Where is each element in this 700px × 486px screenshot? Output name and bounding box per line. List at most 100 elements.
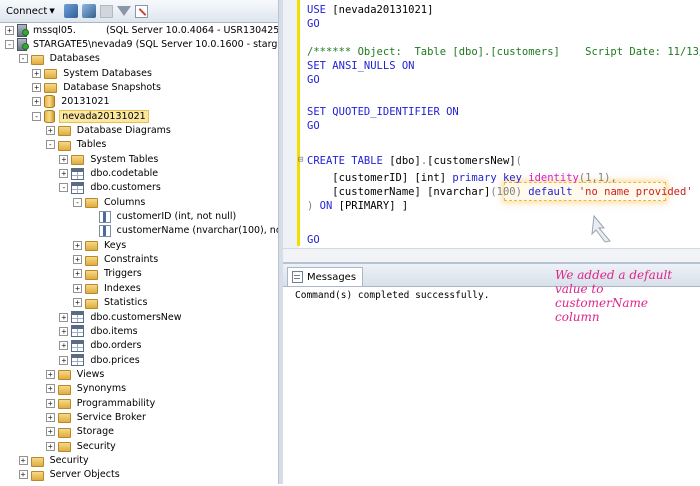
expand-icon[interactable]: + xyxy=(59,326,69,336)
tree-node[interactable]: + Programmability xyxy=(45,396,157,410)
expand-icon[interactable]: + xyxy=(73,269,82,279)
collapse-icon[interactable]: - xyxy=(18,54,28,64)
disconnect-icon[interactable] xyxy=(81,4,96,18)
refresh-icon[interactable] xyxy=(134,4,148,18)
tree-node[interactable]: + Indexes xyxy=(73,281,143,295)
tree-node-label: Security xyxy=(49,455,89,466)
expand-icon[interactable]: + xyxy=(45,398,55,408)
expand-icon[interactable]: + xyxy=(32,82,42,92)
tree-node[interactable]: + Views xyxy=(45,367,107,381)
expand-icon[interactable]: + xyxy=(73,240,82,250)
tree-node[interactable]: + dbo.items xyxy=(59,324,139,338)
tree-node[interactable]: + System Databases xyxy=(32,66,154,80)
folder-icon xyxy=(85,255,98,266)
tree-node-label: Databases xyxy=(49,53,100,65)
expand-icon[interactable]: + xyxy=(32,68,42,78)
tree-node-label: Keys xyxy=(104,239,127,251)
chevron-down-icon[interactable]: ▼ xyxy=(49,7,54,15)
tree-node[interactable]: + Statistics xyxy=(73,296,149,310)
tree-node[interactable]: customerName (nvarchar(100), not null) xyxy=(87,224,278,238)
expand-icon[interactable]: + xyxy=(59,312,69,322)
code-line: SET ANSI_NULLS ON xyxy=(307,60,415,72)
tree-node-label: System Databases xyxy=(63,67,152,79)
expand-icon[interactable]: + xyxy=(18,470,28,480)
tab-messages[interactable]: Messages xyxy=(287,267,364,286)
tree-node[interactable]: + dbo.orders xyxy=(59,339,143,353)
tree-node[interactable]: + Storage xyxy=(45,425,116,439)
tree-node[interactable]: - STARGATE5\nevada9 (SQL Server 10.0.1600… xyxy=(5,37,278,51)
tree-node[interactable]: + Synonyms xyxy=(45,382,128,396)
tree-node[interactable]: - Databases xyxy=(18,52,102,66)
tree-node[interactable]: + Security xyxy=(45,439,118,453)
collapse-icon[interactable]: - xyxy=(32,111,42,121)
expand-icon[interactable]: + xyxy=(73,298,82,308)
folder-icon xyxy=(71,155,85,166)
tree-node[interactable]: + Database Diagrams xyxy=(45,123,173,137)
code-token: ] xyxy=(395,200,409,212)
filter-icon[interactable] xyxy=(116,6,131,16)
tree-node[interactable]: + dbo.customersNew xyxy=(59,310,183,324)
tree-node[interactable]: - nevada20131021 xyxy=(32,109,149,123)
editor-horizontal-scrollbar[interactable] xyxy=(283,248,700,263)
tree-node[interactable]: + Keys xyxy=(73,238,128,252)
code-token: default xyxy=(528,186,579,198)
tree-node[interactable]: - Tables xyxy=(45,138,109,152)
table-icon xyxy=(71,311,85,323)
expand-icon[interactable]: + xyxy=(59,355,69,365)
table-icon xyxy=(71,354,85,367)
folder-icon xyxy=(30,456,44,467)
tree-node[interactable]: - dbo.customers xyxy=(59,181,162,195)
expand-icon[interactable]: + xyxy=(73,255,82,265)
results-message: Command(s) completed successfully. xyxy=(295,290,490,301)
expand-icon[interactable]: + xyxy=(32,97,42,107)
tree-node[interactable]: + Service Broker xyxy=(45,410,148,424)
collapse-icon[interactable]: - xyxy=(5,39,14,49)
expand-icon[interactable]: + xyxy=(59,341,69,351)
tree-node[interactable]: + Server Objects xyxy=(18,468,122,482)
code-token: 'no name provided' xyxy=(578,186,693,198)
tree-node[interactable]: + Security xyxy=(18,454,91,468)
change-tracking-bar xyxy=(297,0,300,246)
collapse-icon[interactable]: - xyxy=(73,197,82,207)
tree-node[interactable]: - Columns xyxy=(73,195,147,209)
expand-icon[interactable]: + xyxy=(45,384,55,394)
expand-icon[interactable]: + xyxy=(45,427,55,437)
tree-node-label: dbo.customers xyxy=(90,182,161,194)
expand-icon[interactable]: + xyxy=(45,441,55,451)
code-line: GO xyxy=(307,18,320,30)
tree-node-label: STARGATE5\nevada9 (SQL Server 10.0.1600 … xyxy=(33,38,278,50)
folder-icon xyxy=(30,54,44,65)
connect-button[interactable]: Connect ▼ xyxy=(3,5,58,18)
tree-node[interactable]: + dbo.codetable xyxy=(59,167,160,181)
collapse-icon[interactable]: - xyxy=(59,183,69,193)
stop-icon[interactable] xyxy=(99,4,113,18)
tree-node[interactable]: customerID (int, not null) xyxy=(87,210,239,224)
expand-icon[interactable]: + xyxy=(73,283,82,293)
tree-node-label: Database Diagrams xyxy=(76,124,171,136)
expand-icon[interactable]: + xyxy=(18,456,28,465)
tree-node[interactable]: + dbo.prices xyxy=(59,353,141,367)
tree-node[interactable]: + mssql05. (SQL Server 10.0.4064 - USR1304… xyxy=(5,23,278,37)
expand-icon[interactable]: + xyxy=(59,169,69,178)
collapse-toggle[interactable]: ⊟ xyxy=(298,155,303,165)
tree-node-label: Tables xyxy=(76,139,107,151)
tree-node[interactable]: + Database Snapshots xyxy=(32,80,163,94)
expand-icon[interactable]: + xyxy=(5,25,14,35)
annotation-line: We added a default xyxy=(555,268,673,282)
tree-node[interactable]: + Triggers xyxy=(73,267,144,281)
column-icon xyxy=(98,210,111,223)
folder-icon xyxy=(44,83,58,94)
code-line: /****** Object: Table [dbo].[customers] … xyxy=(307,46,700,58)
connect-object-explorer-icon[interactable] xyxy=(63,4,78,18)
collapse-icon[interactable]: - xyxy=(45,140,55,150)
tree-node[interactable]: + Constraints xyxy=(73,253,160,267)
table-icon xyxy=(71,167,85,180)
query-editor[interactable]: ⊟ USE [nevada20131021] GO /****** Object: … xyxy=(283,0,700,262)
tree-node[interactable]: + System Tables xyxy=(59,152,160,166)
expand-icon[interactable]: + xyxy=(45,125,55,135)
expand-icon[interactable]: + xyxy=(45,369,55,379)
expand-icon[interactable]: + xyxy=(45,412,55,422)
tree-node[interactable]: +20131021 xyxy=(32,95,111,109)
expand-icon[interactable]: + xyxy=(59,154,69,164)
database-icon xyxy=(44,109,56,123)
